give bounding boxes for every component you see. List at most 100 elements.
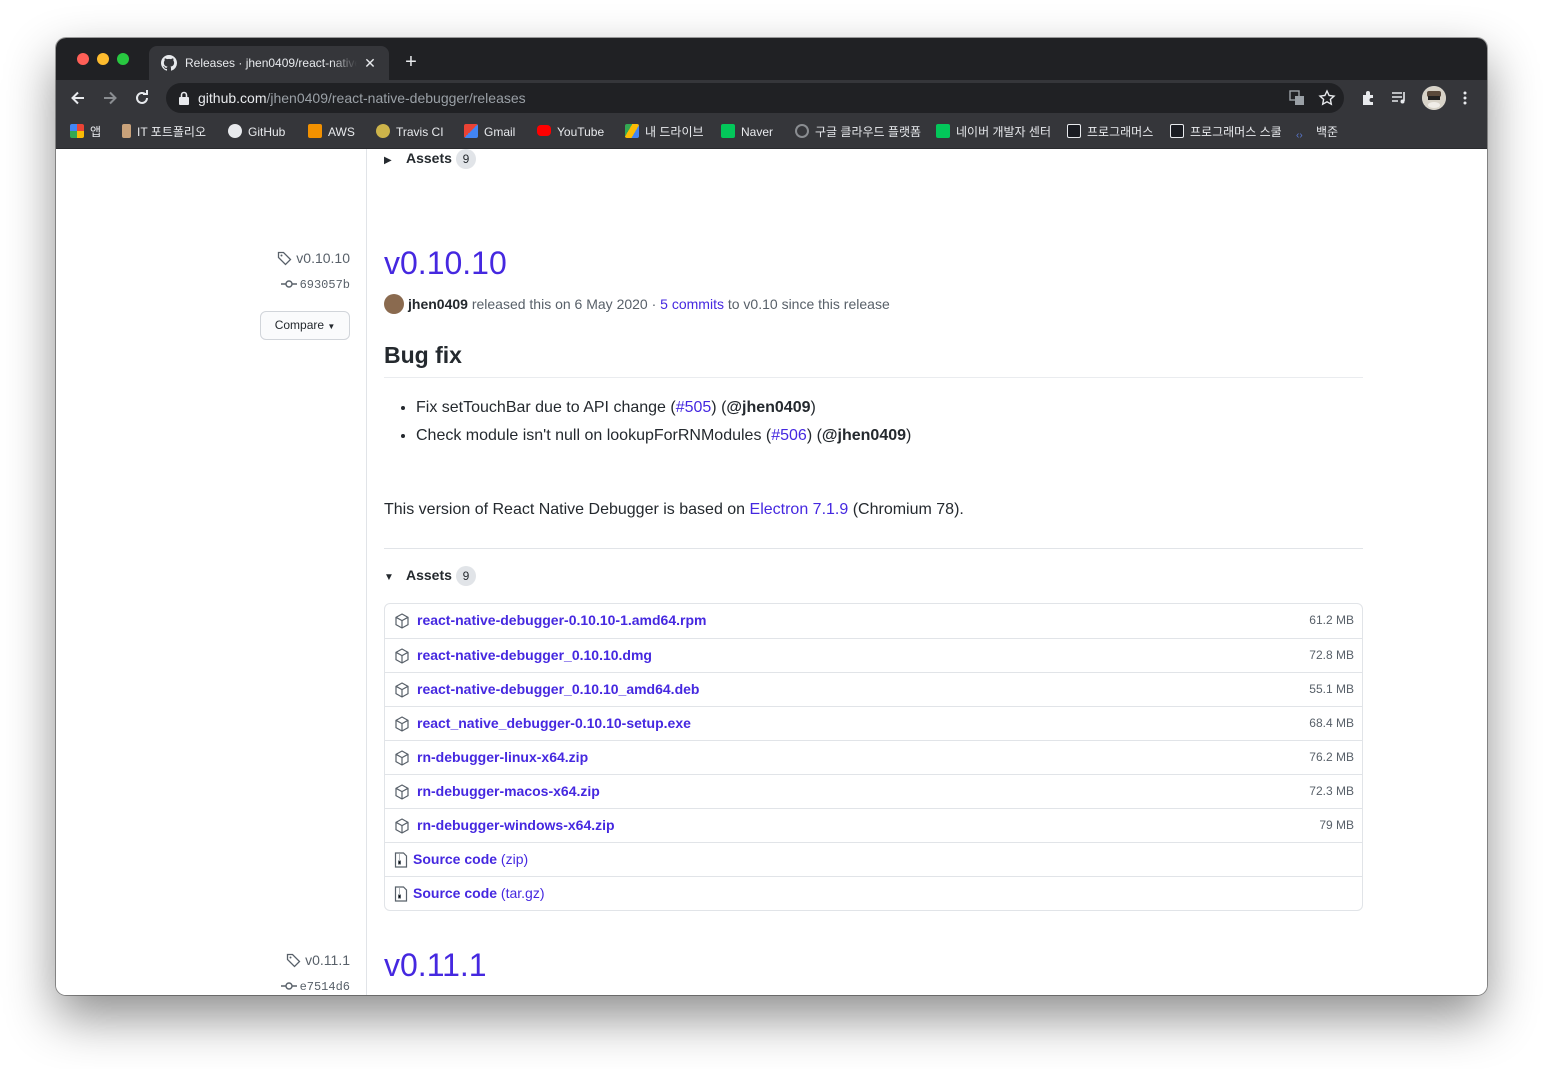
back-button[interactable] (66, 86, 90, 110)
assets-counter: 9 (455, 149, 476, 169)
programmers-icon (1170, 124, 1184, 138)
release-title[interactable]: v0.11.1 (384, 947, 487, 984)
release-commit[interactable]: 693057b (280, 278, 350, 292)
source-code-link[interactable]: Source code (tar.gz) (413, 885, 545, 901)
package-icon (395, 716, 409, 732)
caret-down-icon: ▼ (327, 322, 336, 331)
asset-link[interactable]: rn-debugger-macos-x64.zip (417, 783, 600, 799)
source-format: (zip) (500, 851, 529, 867)
compare-button[interactable]: Compare ▼ (260, 311, 350, 340)
url-host: github.com (198, 90, 267, 106)
bookmark-gcp[interactable]: 구글 클라우드 플랫폼 (795, 122, 921, 142)
asset-row[interactable]: react_native_debugger-0.10.10-setup.exe 6… (385, 706, 1362, 740)
bookmark-programmers[interactable]: 프로그래머스 (1067, 122, 1153, 142)
asset-size: 68.4 MB (1309, 716, 1354, 730)
bookmark-label: Gmail (484, 125, 516, 139)
asset-link[interactable]: react_native_debugger-0.10.10-setup.exe (417, 715, 691, 731)
bookmark-gmail[interactable]: Gmail (464, 122, 515, 142)
bookmark-programmers-school[interactable]: 프로그래머스 스쿨 (1170, 122, 1282, 142)
bookmark-naver[interactable]: Naver (721, 122, 773, 142)
bookmarks-bar: 앱 IT 포트폴리오 GitHub AWS Travis CI Gmail Yo… (56, 116, 1487, 149)
media-queue-icon[interactable] (1390, 89, 1408, 107)
bookmark-travis[interactable]: Travis CI (376, 122, 444, 142)
minimize-window-button[interactable] (97, 53, 109, 65)
assets-label: Assets (406, 567, 452, 583)
zoom-window-button[interactable] (117, 53, 129, 65)
electron-link[interactable]: Electron 7.1.9 (750, 501, 849, 518)
github-icon (228, 124, 242, 138)
new-tab-button[interactable]: + (400, 51, 422, 73)
asset-link[interactable]: rn-debugger-windows-x64.zip (417, 817, 615, 833)
bookmark-youtube[interactable]: YouTube (537, 122, 604, 142)
user-mention[interactable]: @jhen0409 (726, 399, 810, 416)
translate-icon[interactable] (1288, 89, 1306, 107)
asset-link[interactable]: react-native-debugger_0.10.10.dmg (417, 647, 652, 663)
browser-tab[interactable]: Releases · jhen0409/react-native-debugge… (149, 46, 389, 80)
compare-label: Compare (274, 318, 325, 332)
bookmark-github[interactable]: GitHub (228, 122, 285, 142)
asset-row[interactable]: react-native-debugger-0.10.10-1.amd64.rp… (385, 604, 1362, 638)
arrow-right-icon (104, 91, 117, 105)
caret-down-icon: ▼ (384, 572, 394, 583)
issue-link[interactable]: #506 (771, 427, 807, 444)
asset-row[interactable]: rn-debugger-linux-x64.zip 76.2 MB (385, 740, 1362, 774)
tag-label: v0.11.1 (305, 952, 350, 968)
package-icon (395, 648, 409, 664)
extensions-icon[interactable] (1360, 89, 1378, 107)
address-bar[interactable]: github.com/jhen0409/react-native-debugge… (166, 83, 1344, 113)
assets-toggle[interactable]: ▼ Assets 9 (384, 566, 476, 586)
github-icon (161, 55, 177, 71)
bookmark-label: 백준 (1316, 125, 1339, 139)
tab-close-icon[interactable]: ✕ (361, 54, 379, 72)
asset-size: 72.8 MB (1309, 648, 1354, 662)
asset-row[interactable]: rn-debugger-windows-x64.zip 79 MB (385, 808, 1362, 842)
asset-row[interactable]: react-native-debugger_0.10.10.dmg 72.8 MB (385, 638, 1362, 672)
bookmark-aws[interactable]: AWS (308, 122, 355, 142)
reload-button[interactable] (130, 86, 154, 110)
asset-link[interactable]: rn-debugger-linux-x64.zip (417, 749, 588, 765)
caret-right-icon: ▶ (384, 155, 392, 166)
star-icon[interactable] (1318, 89, 1336, 107)
bookmark-naver-dev[interactable]: 네이버 개발자 센터 (936, 122, 1051, 142)
release-description: This version of React Native Debugger is… (384, 501, 964, 519)
commits-link[interactable]: 5 commits (660, 296, 724, 312)
author-avatar[interactable] (384, 294, 404, 314)
bullet-text: ) (906, 427, 912, 444)
assets-toggle-previous[interactable]: ▶ Assets 9 (384, 149, 476, 169)
bookmark-drive[interactable]: 내 드라이브 (625, 122, 704, 142)
asset-link[interactable]: react-native-debugger_0.10.10_amd64.deb (417, 681, 699, 697)
profile-avatar[interactable] (1422, 86, 1446, 110)
source-code-link[interactable]: Source code (zip) (413, 851, 528, 867)
user-mention[interactable]: @jhen0409 (822, 427, 906, 444)
source-code-row[interactable]: Source code (zip) (385, 842, 1362, 876)
close-window-button[interactable] (77, 53, 89, 65)
release-commit[interactable]: e7514d6 (280, 980, 350, 994)
bookmark-baekjoon[interactable]: ‹› 백준 (1296, 122, 1338, 142)
release-title[interactable]: v0.10.10 (384, 245, 507, 282)
asset-size: 55.1 MB (1309, 682, 1354, 696)
file-zip-icon (394, 886, 408, 902)
issue-link[interactable]: #505 (676, 399, 712, 416)
forward-button[interactable] (98, 86, 122, 110)
url-text: github.com/jhen0409/react-native-debugge… (198, 90, 526, 106)
asset-row[interactable]: rn-debugger-macos-x64.zip 72.3 MB (385, 774, 1362, 808)
bookmark-portfolio[interactable]: IT 포트폴리오 (122, 122, 206, 142)
more-menu-icon[interactable] (1456, 89, 1474, 107)
package-icon (395, 682, 409, 698)
author-link[interactable]: jhen0409 (408, 296, 468, 312)
code-icon: ‹› (1296, 130, 1303, 141)
assets-label: Assets (406, 150, 452, 166)
release-tag[interactable]: v0.11.1 (286, 952, 350, 968)
bookmark-label: 프로그래머스 스쿨 (1190, 125, 1282, 139)
bookmark-label: Travis CI (396, 125, 444, 139)
asset-link[interactable]: react-native-debugger-0.10.10-1.amd64.rp… (417, 612, 706, 628)
release-timeline-line (366, 149, 367, 995)
bookmark-label: 앱 (90, 125, 102, 139)
bullet-text: ) ( (806, 427, 822, 444)
asset-row[interactable]: react-native-debugger_0.10.10_amd64.deb 5… (385, 672, 1362, 706)
apps-grid-icon (70, 124, 84, 138)
source-code-row[interactable]: Source code (tar.gz) (385, 876, 1362, 910)
bookmark-apps[interactable]: 앱 (70, 122, 101, 142)
release-tag[interactable]: v0.10.10 (277, 250, 350, 266)
package-icon (395, 784, 409, 800)
